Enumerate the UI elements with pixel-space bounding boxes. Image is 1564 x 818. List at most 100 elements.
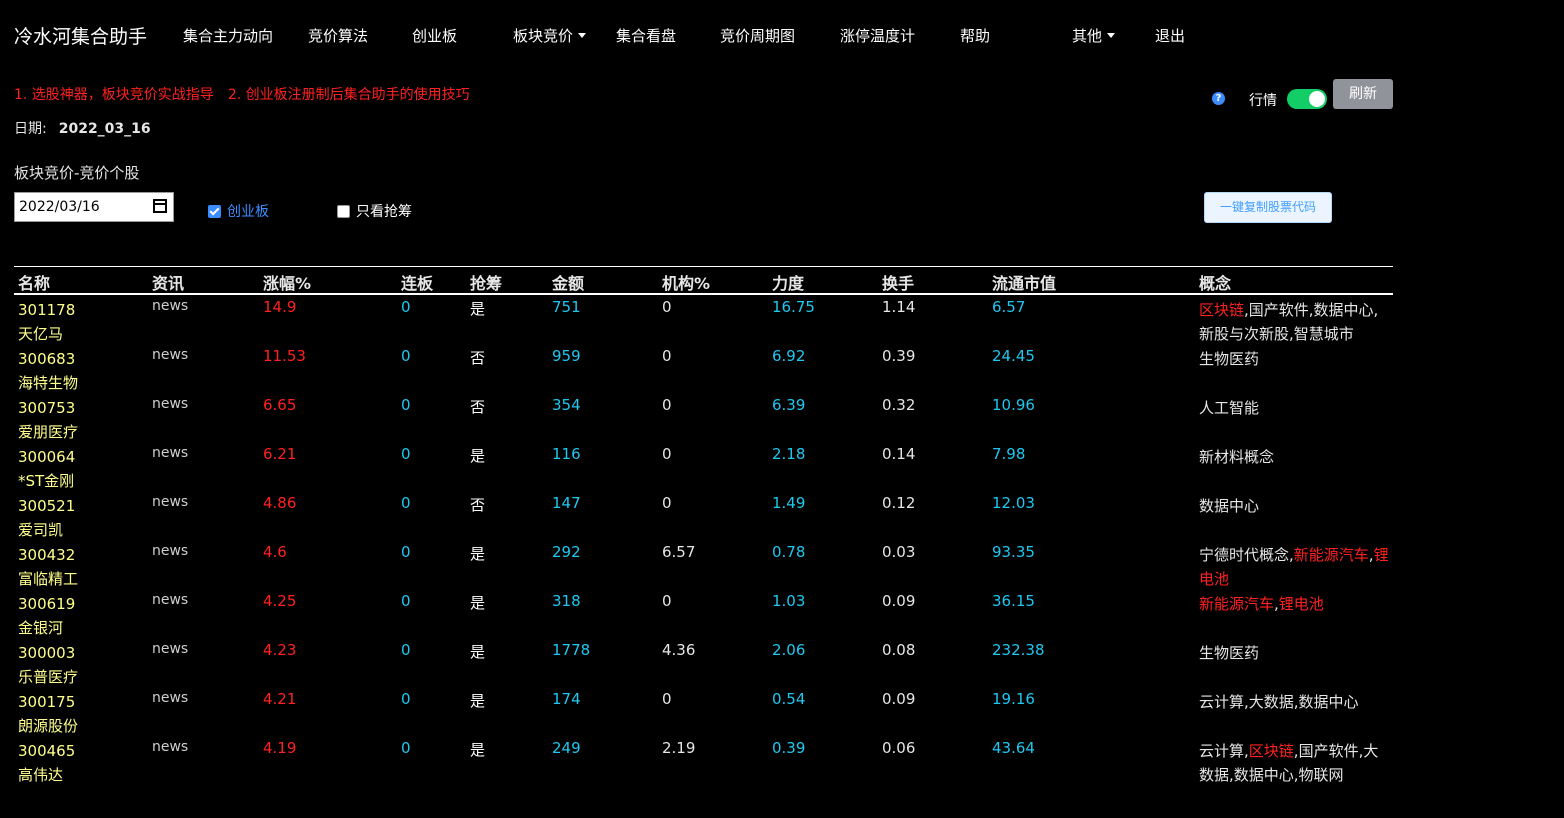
stock-name[interactable]: 天亿马 [18,322,75,346]
stock-code[interactable]: 300175 [18,690,78,714]
table-row[interactable]: 300064 *ST金刚 news 6.21 0 是 116 0 2.18 0.14 7.98 新材料… [14,442,1393,491]
news-link[interactable]: news [152,445,188,461]
stock-name[interactable]: 爱朋医疗 [18,420,78,444]
app-brand[interactable]: 冷水河集合助手 [14,22,147,49]
news-link[interactable]: news [152,298,188,314]
stock-name[interactable]: 海特生物 [18,371,78,395]
stock-name-cell[interactable]: 300064 *ST金刚 [18,445,75,493]
concept-cell: 云计算,大数据,数据中心 [1199,690,1393,714]
market-toggle[interactable] [1287,89,1327,109]
stock-name[interactable]: 高伟达 [18,763,75,787]
stock-name[interactable]: 爱司凯 [18,518,75,542]
stock-code[interactable]: 300619 [18,592,75,616]
news-link[interactable]: news [152,543,188,559]
copy-codes-button[interactable]: 一键复制股票代码 [1204,192,1332,223]
stock-code[interactable]: 300521 [18,494,75,518]
nav-item-help[interactable]: 帮助 [960,25,990,46]
news-link[interactable]: news [152,347,188,363]
table-row[interactable]: 300619 金银河 news 4.25 0 是 318 0 1.03 0.09 36.15 新能源汽… [14,589,1393,638]
header-concept[interactable]: 概念 [1199,270,1231,294]
table-header: 名称 资讯 涨幅% 连板 抢筹 金额 机构% 力度 换手 流通市值 概念 [14,266,1393,295]
change-cell: 4.86 [263,494,297,512]
notice-link-stock-picker[interactable]: 1. 选股神器，板块竞价实战指导 [14,87,214,103]
stock-code[interactable]: 300432 [18,543,78,567]
header-float-cap[interactable]: 流通市值 [992,270,1056,294]
grab-cell: 是 [470,594,486,612]
streak-cell: 0 [401,690,411,708]
change-cell: 6.21 [263,445,297,463]
news-link[interactable]: news [152,739,188,755]
nav-item-auction-algorithm[interactable]: 竞价算法 [308,25,368,46]
news-link[interactable]: news [152,641,188,657]
nav-item-cycle-chart[interactable]: 竞价周期图 [720,25,795,46]
refresh-button[interactable]: 刷新 [1333,79,1393,109]
header-change[interactable]: 涨幅% [263,270,311,294]
news-link[interactable]: news [152,396,188,412]
header-strength[interactable]: 力度 [772,270,804,294]
stock-name[interactable]: 富临精工 [18,567,78,591]
concept-hot-tag: 新能源汽车 [1293,546,1369,564]
nav-item-watch[interactable]: 集合看盘 [616,25,676,46]
float-cap-cell: 12.03 [992,494,1035,512]
stock-name[interactable]: 朗源股份 [18,714,78,738]
checkbox-unchecked-icon[interactable] [337,205,350,218]
header-grab[interactable]: 抢筹 [470,270,502,294]
nav-item-logout[interactable]: 退出 [1155,25,1185,46]
news-link[interactable]: news [152,690,188,706]
nav-item-limit-thermometer[interactable]: 涨停温度计 [840,25,915,46]
stock-name-cell[interactable]: 300003 乐普医疗 [18,641,78,689]
nav-item-other-dropdown[interactable]: 其他 [1072,25,1116,46]
nav-item-chinext[interactable]: 创业板 [412,25,457,46]
stock-name[interactable]: 乐普医疗 [18,665,78,689]
checkbox-checked-icon[interactable] [208,205,221,218]
streak-cell: 0 [401,739,411,757]
table-row[interactable]: 300683 海特生物 news 11.53 0 否 959 0 6.92 0.39 24.45 生物… [14,344,1393,393]
table-row[interactable]: 300521 爱司凯 news 4.86 0 否 147 0 1.49 0.12 12.03 数据中心 [14,491,1393,540]
stock-code[interactable]: 300003 [18,641,78,665]
table-row[interactable]: 300465 高伟达 news 4.19 0 是 249 2.19 0.39 0.06 43.64 云… [14,736,1393,785]
strength-cell: 0.54 [772,690,806,708]
news-link[interactable]: news [152,592,188,608]
stock-name-cell[interactable]: 300753 爱朋医疗 [18,396,78,444]
stock-name-cell[interactable]: 300465 高伟达 [18,739,75,787]
header-institution[interactable]: 机构% [662,270,710,294]
grab-cell: 是 [470,692,486,710]
float-cap-cell: 24.45 [992,347,1035,365]
stock-name-cell[interactable]: 300619 金银河 [18,592,75,640]
table-row[interactable]: 300432 富临精工 news 4.6 0 是 292 6.57 0.78 0.03 93.35 宁… [14,540,1393,589]
concept-text: 新材料概念 [1199,448,1275,466]
stock-code[interactable]: 300465 [18,739,75,763]
stock-name-cell[interactable]: 300175 朗源股份 [18,690,78,738]
grab-only-checkbox[interactable]: 只看抢筹 [337,201,412,221]
table-row[interactable]: 300003 乐普医疗 news 4.23 0 是 1778 4.36 2.06 0.08 232.… [14,638,1393,687]
header-amount[interactable]: 金额 [552,270,584,294]
stock-name[interactable]: 金银河 [18,616,75,640]
nav-item-sector-auction-dropdown[interactable]: 板块竞价 [513,25,587,46]
concept-cell: 区块链,国产软件,数据中心,新股与次新股,智慧城市 [1199,298,1393,346]
header-streak[interactable]: 连板 [401,270,433,294]
nav-item-main-flow[interactable]: 集合主力动向 [183,25,273,46]
chinext-checkbox[interactable]: 创业板 [208,201,269,221]
news-link[interactable]: news [152,494,188,510]
stock-name-cell[interactable]: 300683 海特生物 [18,347,78,395]
stock-name-cell[interactable]: 301178 天亿马 [18,298,75,346]
table-row[interactable]: 301178 天亿马 news 14.9 0 是 751 0 16.75 1.14 6.57 区块链,… [14,295,1393,344]
stock-name-cell[interactable]: 300521 爱司凯 [18,494,75,542]
stock-name[interactable]: *ST金刚 [18,469,75,493]
stock-code[interactable]: 300753 [18,396,78,420]
header-news[interactable]: 资讯 [152,270,184,294]
table-row[interactable]: 300175 朗源股份 news 4.21 0 是 174 0 0.54 0.09 19.16 云计算… [14,687,1393,736]
notice-link-chinext-tips[interactable]: 2. 创业板注册制后集合助手的使用技巧 [228,87,470,103]
table-row[interactable]: 300753 爱朋医疗 news 6.65 0 否 354 0 6.39 0.32 10.96 人工智… [14,393,1393,442]
chevron-down-icon [1107,33,1116,38]
header-name[interactable]: 名称 [18,270,50,294]
stock-code[interactable]: 300064 [18,445,75,469]
date-picker-input[interactable]: 2022/03/16 [14,192,174,222]
strength-cell: 2.18 [772,445,806,463]
header-turnover[interactable]: 换手 [882,270,914,294]
stock-code[interactable]: 300683 [18,347,78,371]
help-icon[interactable]: ? [1212,92,1225,105]
stock-name-cell[interactable]: 300432 富临精工 [18,543,78,591]
stock-code[interactable]: 301178 [18,298,75,322]
calendar-icon[interactable] [153,199,167,213]
